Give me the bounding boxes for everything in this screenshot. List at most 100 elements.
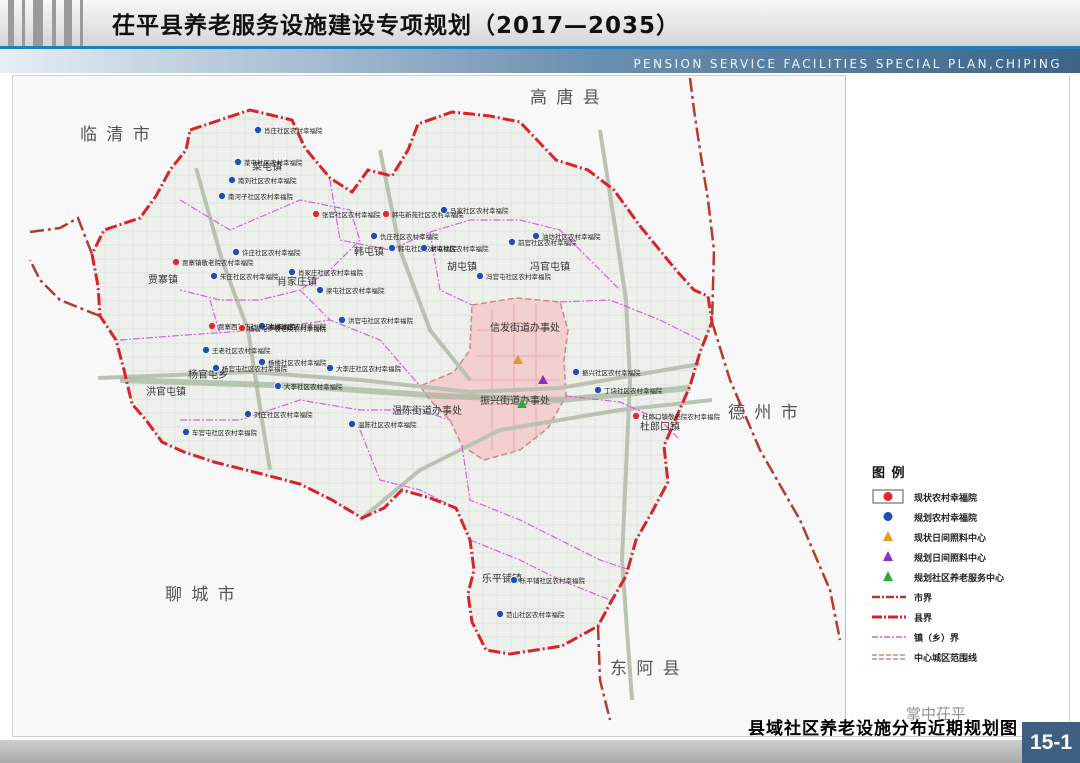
legend-label: 镇（乡）界 <box>914 634 960 644</box>
facility-label: 梁屯社区农村幸福院 <box>326 286 385 295</box>
blue-dot-icon <box>883 512 893 521</box>
facility-label: 车官屯社区农村幸福院 <box>192 428 258 437</box>
city-boundary-line-icon <box>872 595 906 599</box>
planned-facility-dot <box>211 363 220 372</box>
planned-facility-dot <box>337 315 346 324</box>
legend-existing-happiness: 现状农村幸福院 <box>872 488 1062 508</box>
legend-label: 县界 <box>914 614 933 624</box>
facility-marker[interactable]: 大李社区农村幸福院 <box>273 381 343 391</box>
map-title: 县域社区养老设施分布近期规划图 <box>748 719 1018 739</box>
district-wenchen: 温陈街道办事处 <box>392 404 462 417</box>
planned-facility-dot <box>369 231 378 240</box>
facility-label: 朱庄社区农村幸福院 <box>220 272 279 281</box>
facility-marker[interactable]: 胡屯社区农村幸福院 <box>419 243 489 253</box>
facility-label: 大李庄社区农村幸福院 <box>336 364 402 373</box>
planned-facility-dot <box>495 610 504 619</box>
legend-label: 现状日间照料中心 <box>914 534 987 544</box>
facility-marker[interactable]: 冯官屯社区农村幸福院 <box>475 271 552 281</box>
facility-marker[interactable]: 车官屯社区农村幸福院 <box>181 427 258 437</box>
planned-facility-dot <box>419 243 428 252</box>
neighbor-linqing: 临 清 市 <box>80 125 152 145</box>
facility-marker[interactable]: 王老社区农村幸福院 <box>201 345 271 355</box>
planned-facility-dot <box>347 419 356 428</box>
existing-facility-dot <box>207 321 216 330</box>
planned-facility-dot <box>594 385 603 394</box>
facility-marker[interactable]: 油坊社区农村幸福院 <box>532 231 601 241</box>
township-hantun: 韩屯镇 <box>354 245 384 258</box>
facility-label: 大李社区农村幸福院 <box>284 382 343 391</box>
facility-marker[interactable]: 杨官屯社区农村幸福院 <box>211 363 288 373</box>
facility-label: 油坊社区农村幸福院 <box>542 232 601 241</box>
facility-marker[interactable]: 温陈社区农村幸福院 <box>347 419 417 429</box>
facility-label: 王老社区农村幸福院 <box>212 346 271 355</box>
facility-marker[interactable]: 仇庄社区农村幸福院 <box>369 231 439 241</box>
facility-marker[interactable]: 朱庄社区农村幸福院 <box>209 271 279 281</box>
legend-urban-area: 中心城区范围线 <box>872 648 1062 668</box>
facility-label: 许庄社区农村幸福院 <box>242 248 301 257</box>
facility-marker[interactable]: 杨官屯乡敬老院农村幸福院 <box>237 323 327 333</box>
facility-marker[interactable]: 振兴社区农村幸福院 <box>572 367 641 377</box>
legend-existing-daycare: 现状日间照料中心 <box>872 528 1062 548</box>
existing-facility-dot <box>311 209 320 218</box>
facility-marker[interactable]: 肖家庄社区农村幸福院 <box>287 267 364 277</box>
planned-facility-dot <box>387 243 396 252</box>
neighbor-donge: 东 阿 县 <box>610 659 682 679</box>
facility-marker[interactable]: 大李庄社区农村幸福院 <box>325 363 402 373</box>
legend-label: 规划农村幸福院 <box>914 514 978 524</box>
neighbor-gaotang: 高 唐 县 <box>530 87 602 108</box>
purple-triangle-icon <box>883 551 893 561</box>
county-boundary-line-icon <box>872 615 906 619</box>
legend-title: 图 例 <box>872 466 906 481</box>
planned-facility-dot <box>243 409 252 418</box>
facility-label: 冯官屯社区农村幸福院 <box>486 272 552 281</box>
facility-marker[interactable]: 杜郎口镇敬老院农村幸福院 <box>632 411 721 421</box>
facility-label: 肖庄社区农村幸福院 <box>264 126 323 135</box>
orange-triangle-icon <box>883 531 893 541</box>
facility-label: 范山社区农村幸福院 <box>506 610 565 619</box>
facility-marker[interactable]: 贾寨镇敬老院农村幸福院 <box>171 257 254 267</box>
legend-community-center: 规划社区养老服务中心 <box>872 568 1062 588</box>
facility-marker[interactable]: 范山社区农村幸福院 <box>495 610 565 619</box>
facility-label: 南河子社区农村幸福院 <box>228 192 294 201</box>
township-hongguantun: 洪官屯镇 <box>146 385 186 398</box>
planned-facility-dot <box>509 576 518 585</box>
legend-city-boundary: 市界 <box>872 588 1062 608</box>
facility-label: 振兴社区农村幸福院 <box>582 368 641 377</box>
facility-label: 刘庄社区农村幸福院 <box>254 410 313 419</box>
planned-facility-dot <box>217 191 226 200</box>
facility-label: 温陈社区农村幸福院 <box>358 420 417 429</box>
facility-marker[interactable]: 马家社区农村幸福院 <box>439 205 509 215</box>
neighbor-liaocheng: 聊 城 市 <box>165 585 237 605</box>
planned-facility-dot <box>227 175 236 184</box>
facility-marker[interactable]: 梁屯社区农村幸福院 <box>315 285 385 295</box>
facility-marker[interactable]: 南刘社区农村幸福院 <box>227 175 297 185</box>
facility-marker[interactable]: 乐平铺社区农村幸福院 <box>509 576 586 585</box>
existing-facility-dot <box>632 411 641 420</box>
facility-marker[interactable]: 南河子社区农村幸福院 <box>217 191 294 201</box>
planned-facility-dot <box>439 205 448 214</box>
facility-label: 马家社区农村幸福院 <box>450 206 509 215</box>
planned-facility-dot <box>181 427 190 436</box>
facility-label: 菜屯社区农村幸福院 <box>244 158 303 167</box>
facility-label: 胡屯社区农村幸福院 <box>430 244 489 253</box>
facility-label: 丁块社区农村幸福院 <box>604 386 663 395</box>
legend-label: 市界 <box>914 594 933 604</box>
facility-label: 肖家庄社区农村幸福院 <box>298 268 364 277</box>
legend-county-boundary: 县界 <box>872 608 1062 628</box>
planned-facility-dot <box>209 271 218 280</box>
facility-marker[interactable]: 许庄社区农村幸福院 <box>231 247 301 257</box>
legend-planned-daycare: 规划日间照料中心 <box>872 548 1062 568</box>
district-xinfa: 信发街道办事处 <box>490 321 560 334</box>
facility-label: 乐平铺社区农村幸福院 <box>520 576 586 585</box>
page-number: 15-1 <box>1022 722 1080 763</box>
legend-township-boundary: 镇（乡）界 <box>872 628 1062 648</box>
neighbor-dezhou: 德 州 市 <box>728 403 800 423</box>
facility-marker[interactable]: 张官社区农村幸福院 <box>311 209 381 219</box>
facility-marker[interactable]: 肖庄社区农村幸福院 <box>253 126 323 135</box>
facility-marker[interactable]: 刘庄社区农村幸福院 <box>243 409 313 419</box>
township-hutun: 胡屯镇 <box>447 260 477 273</box>
facility-marker[interactable]: 洪官屯社区农村幸福院 <box>337 315 414 325</box>
facility-marker[interactable]: 菜屯社区农村幸福院 <box>233 157 303 167</box>
planned-facility-dot <box>253 126 262 135</box>
facility-marker[interactable]: 丁块社区农村幸福院 <box>594 385 663 395</box>
